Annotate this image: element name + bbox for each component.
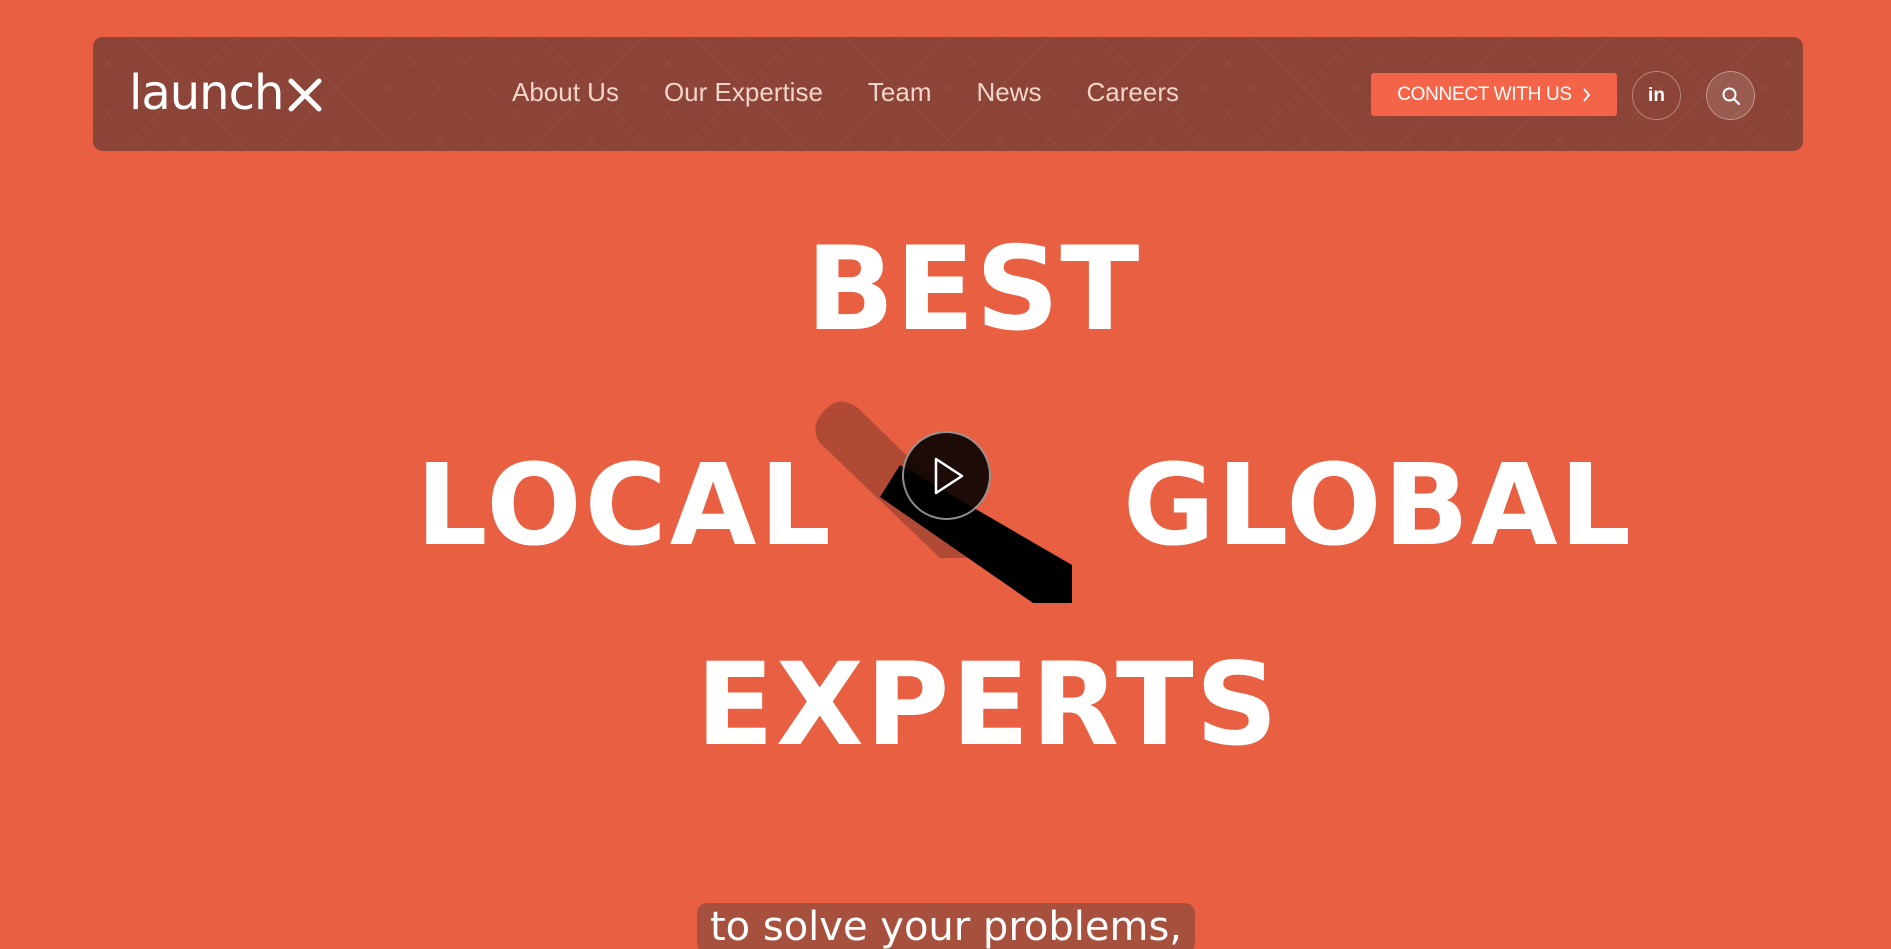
nav-careers[interactable]: Careers bbox=[1087, 75, 1179, 109]
linkedin-button[interactable]: in bbox=[1632, 71, 1681, 120]
nav-news[interactable]: News bbox=[976, 75, 1041, 109]
hero-word-local: LOCAL bbox=[416, 441, 834, 571]
page: launch About Us Our Expertise Team News … bbox=[0, 0, 1891, 949]
hero-word-global: GLOBAL bbox=[1123, 441, 1633, 571]
main-nav: About Us Our Expertise Team News Careers bbox=[512, 75, 1179, 109]
nav-about-us[interactable]: About Us bbox=[512, 75, 619, 109]
nav-our-expertise[interactable]: Our Expertise bbox=[664, 75, 823, 109]
connect-with-us-label: CONNECT WITH US bbox=[1397, 83, 1572, 105]
search-icon bbox=[1722, 87, 1740, 105]
nav-team[interactable]: Team bbox=[868, 75, 932, 109]
site-header: launch About Us Our Expertise Team News … bbox=[93, 37, 1803, 151]
hero-word-experts: EXPERTS bbox=[696, 638, 1280, 771]
linkedin-icon: in bbox=[1648, 84, 1665, 106]
hero-subtitle-highlight: to solve your problems, bbox=[697, 903, 1195, 949]
connect-with-us-button[interactable]: CONNECT WITH US bbox=[1371, 73, 1617, 116]
play-video-button[interactable] bbox=[902, 431, 991, 520]
search-button[interactable] bbox=[1706, 71, 1755, 120]
chevron-right-icon bbox=[1583, 87, 1590, 102]
launchx-logo[interactable]: launch bbox=[129, 63, 325, 123]
play-icon bbox=[934, 457, 963, 494]
hero-word-best: BEST bbox=[806, 222, 1141, 357]
hero-subtitle: to solve your problems, bbox=[709, 904, 1182, 949]
logo-x-icon bbox=[288, 78, 322, 112]
logo-wordmark: launch bbox=[129, 65, 284, 121]
